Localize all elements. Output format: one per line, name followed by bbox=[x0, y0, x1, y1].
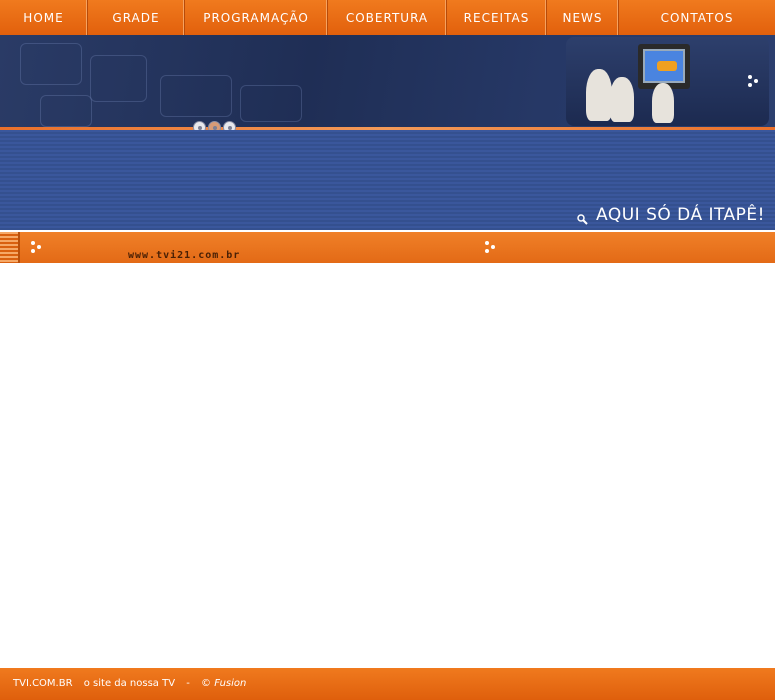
child-figure bbox=[610, 77, 634, 122]
dots-icon bbox=[31, 241, 43, 255]
nav-grade[interactable]: GRADE bbox=[88, 0, 185, 35]
keyboard-key-shape bbox=[20, 43, 82, 85]
nav-receitas[interactable]: RECEITAS bbox=[447, 0, 547, 35]
dots-icon bbox=[485, 241, 497, 255]
children-watching-tv-photo bbox=[566, 37, 769, 126]
keyboard-key-shape bbox=[90, 55, 147, 102]
sub-bar: www.tvi21.com.br bbox=[0, 232, 775, 263]
header-banner: AQUI SÓ DÁ ITAPÊ! bbox=[0, 35, 775, 230]
main-content bbox=[0, 263, 775, 668]
footer-site[interactable]: TVI.COM.BR bbox=[13, 678, 73, 689]
keyboard-key-shape bbox=[160, 75, 232, 117]
nav-cobertura[interactable]: COBERTURA bbox=[328, 0, 447, 35]
nav-programacao[interactable]: PROGRAMAÇÃO bbox=[185, 0, 328, 35]
footer: TVI.COM.BR o site da nossa TV - © Fusion bbox=[0, 668, 775, 700]
keyboard-key-shape bbox=[40, 95, 92, 127]
child-figure bbox=[652, 83, 674, 123]
site-url[interactable]: www.tvi21.com.br bbox=[128, 250, 240, 261]
slogan-text: AQUI SÓ DÁ ITAPÊ! bbox=[596, 205, 765, 225]
footer-credit[interactable]: © Fusion bbox=[201, 678, 246, 689]
footer-separator: - bbox=[186, 678, 190, 689]
slogan: AQUI SÓ DÁ ITAPÊ! bbox=[577, 205, 765, 225]
nav-contatos[interactable]: CONTATOS bbox=[619, 0, 775, 35]
banner-keyboard-area bbox=[0, 35, 775, 127]
magnifier-icon bbox=[577, 210, 588, 225]
nav-home[interactable]: HOME bbox=[0, 0, 88, 35]
main-nav: HOME GRADE PROGRAMAÇÃO COBERTURA RECEITAS NEW… bbox=[0, 0, 775, 35]
footer-tagline: o site da nossa TV bbox=[83, 678, 176, 689]
child-figure bbox=[586, 69, 612, 121]
stripe-decoration bbox=[0, 232, 20, 263]
nav-news[interactable]: NEWS bbox=[547, 0, 619, 35]
keyboard-key-shape bbox=[240, 85, 302, 122]
dots-icon bbox=[748, 75, 760, 89]
